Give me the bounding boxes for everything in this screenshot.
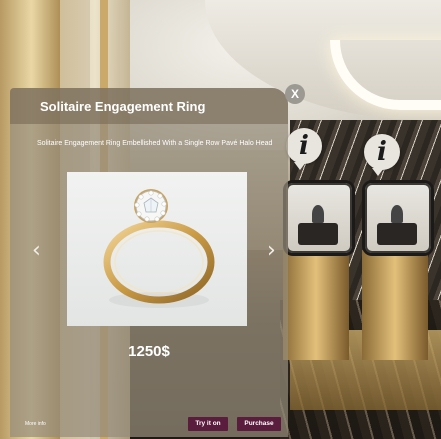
jewelry-stand [298,205,338,245]
panel-header: Solitaire Engagement Ring [10,88,288,124]
jewelry-showcase[interactable] [283,180,355,256]
jewelry-stand [377,205,417,245]
info-hotspot-icon[interactable]: i [286,128,322,170]
product-description: Solitaire Engagement Ring Embellished Wi… [37,140,273,147]
try-it-on-button[interactable]: Try it on [188,417,228,431]
virtual-store-scene: i i Solitaire Engagement Ring Solitaire … [0,0,441,439]
next-arrow-icon[interactable]: › [267,238,276,263]
info-hotspot-icon[interactable]: i [364,134,400,176]
previous-arrow-icon[interactable]: ‹ [32,238,41,263]
close-button[interactable]: X [285,84,305,104]
product-info-panel: Solitaire Engagement Ring Solitaire Enga… [10,88,288,437]
gold-ring-icon [103,189,215,308]
product-image [67,172,247,326]
jewelry-showcase[interactable] [362,180,434,256]
product-price: 1250$ [128,343,170,360]
showcase-pedestal [362,250,428,360]
showcase-pedestal [283,250,349,360]
more-info-link[interactable]: More info [25,421,46,427]
purchase-button[interactable]: Purchase [237,417,281,431]
product-title: Solitaire Engagement Ring [40,99,206,114]
